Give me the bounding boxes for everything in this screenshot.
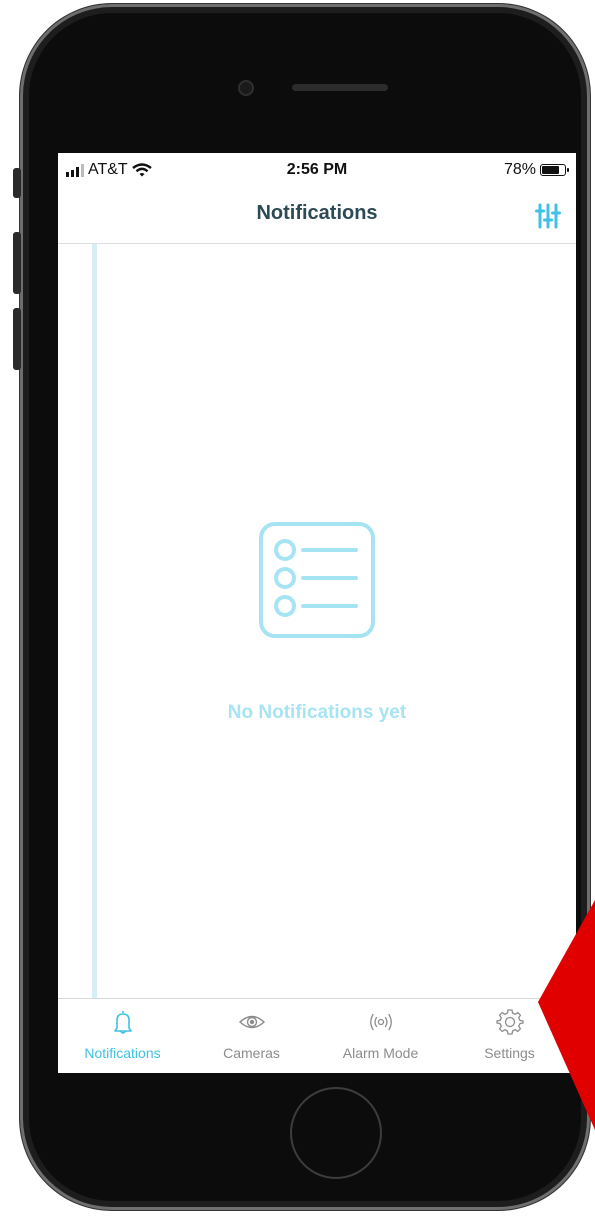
app-screen: AT&T 2:56 PM 78% Notifications No Notifi… bbox=[58, 153, 576, 1073]
tab-label: Cameras bbox=[223, 1045, 280, 1061]
tab-alarm-mode[interactable]: Alarm Mode bbox=[316, 999, 445, 1073]
timeline-line bbox=[92, 244, 97, 998]
eye-icon bbox=[238, 1015, 265, 1029]
earpiece-speaker bbox=[292, 84, 388, 91]
notifications-list: No Notifications yet bbox=[58, 244, 576, 998]
nav-bar: Notifications bbox=[58, 189, 576, 244]
front-camera bbox=[238, 80, 254, 96]
broadcast-icon bbox=[369, 1013, 392, 1031]
annotation-arrow-icon bbox=[538, 900, 595, 1130]
tab-label: Notifications bbox=[84, 1045, 161, 1061]
battery-percent: 78% bbox=[503, 161, 536, 178]
battery-icon bbox=[540, 164, 569, 176]
home-button[interactable] bbox=[290, 1087, 382, 1179]
sliders-icon[interactable] bbox=[534, 202, 562, 230]
volume-up-button bbox=[13, 232, 21, 294]
bell-icon bbox=[113, 1011, 132, 1034]
tab-label: Alarm Mode bbox=[342, 1045, 419, 1061]
status-time: 2:56 PM bbox=[286, 161, 348, 178]
tab-cameras[interactable]: Cameras bbox=[187, 999, 316, 1073]
page-title: Notifications bbox=[256, 202, 378, 224]
gear-icon bbox=[495, 1009, 524, 1035]
status-bar: AT&T 2:56 PM 78% bbox=[58, 153, 576, 189]
mute-switch bbox=[13, 168, 21, 198]
volume-down-button bbox=[13, 308, 21, 370]
empty-state-message: No Notifications yet bbox=[227, 702, 407, 723]
list-icon bbox=[259, 522, 375, 638]
tab-notifications[interactable]: Notifications bbox=[58, 999, 187, 1073]
tab-bar: Notifications Cameras Alarm Mode Setting… bbox=[58, 998, 576, 1073]
